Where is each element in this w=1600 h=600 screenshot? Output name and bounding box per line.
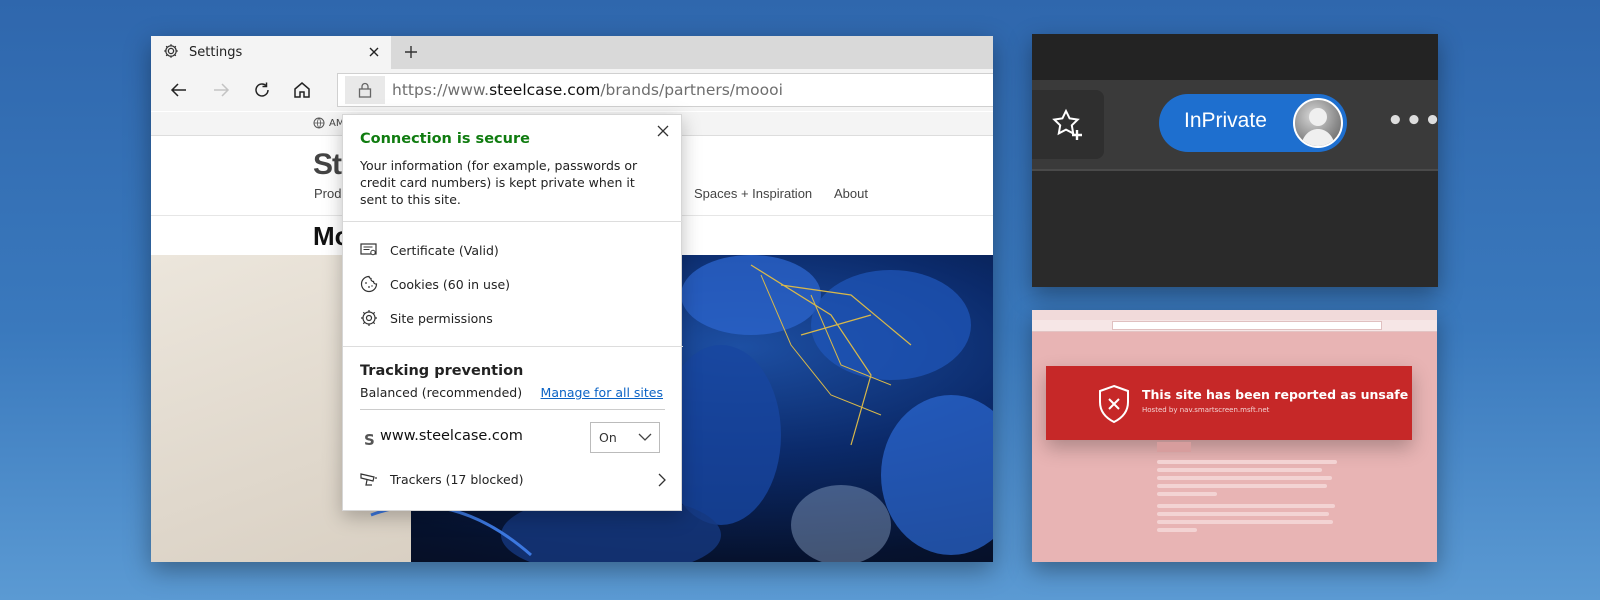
cookie-icon	[359, 274, 379, 294]
forward-arrow-icon	[207, 76, 235, 104]
site-logo[interactable]: St	[313, 148, 342, 182]
cookies-item[interactable]: Cookies (60 in use)	[359, 273, 510, 295]
site-permissions-item[interactable]: Site permissions	[359, 307, 493, 329]
select-value: On	[599, 430, 617, 445]
avatar-icon	[1293, 98, 1343, 148]
close-icon[interactable]	[363, 41, 385, 63]
lock-icon[interactable]	[345, 76, 385, 104]
ghost-text-line	[1157, 460, 1337, 464]
shield-x-icon	[1096, 384, 1132, 428]
close-icon[interactable]	[651, 119, 675, 143]
tracking-level: Balanced (recommended)	[360, 385, 523, 400]
site-favicon: S	[364, 431, 375, 449]
divider	[343, 221, 683, 222]
site-nav-products[interactable]: Prod	[314, 186, 341, 201]
mini-address-bar	[1112, 321, 1382, 330]
tab-title: Settings	[189, 45, 243, 60]
gear-icon	[359, 308, 379, 328]
certificate-icon	[359, 240, 379, 260]
ghost-text-line	[1157, 520, 1333, 524]
site-info-popup: Connection is secure Your information (f…	[342, 114, 683, 511]
url-text: https://www.steelcase.com/brands/partner…	[392, 81, 783, 99]
home-icon[interactable]	[288, 76, 316, 104]
url-path: /brands/partners/moooi	[600, 81, 783, 99]
divider	[343, 346, 683, 347]
connection-secure-description: Your information (for example, passwords…	[360, 158, 638, 207]
site-nav-spaces[interactable]: Spaces + Inspiration	[694, 186, 812, 201]
divider	[360, 409, 665, 410]
trackers-label: Trackers (17 blocked)	[390, 471, 524, 487]
ghost-text-line	[1157, 476, 1332, 480]
unsafe-title: This site has been reported as unsafe	[1142, 387, 1409, 402]
more-options-button[interactable]: •••	[1387, 106, 1438, 136]
chevron-down-icon	[638, 431, 652, 446]
unsafe-site-panel: This site has been reported as unsafe Ho…	[1032, 310, 1437, 562]
tracking-prevention-title: Tracking prevention	[360, 363, 524, 379]
refresh-icon[interactable]	[248, 76, 276, 104]
mini-tab-strip	[1032, 310, 1437, 320]
inprivate-topbar	[1032, 34, 1438, 80]
ghost-text-line	[1157, 484, 1327, 488]
unsafe-warning-banner: This site has been reported as unsafe Ho…	[1046, 366, 1412, 440]
ghost-text-line	[1157, 528, 1197, 532]
site-permissions-label: Site permissions	[390, 310, 493, 326]
back-arrow-icon[interactable]	[165, 76, 193, 104]
url-prefix: https://www.	[392, 81, 490, 99]
unsafe-subtitle: Hosted by nav.smartscreen.msft.net	[1142, 406, 1270, 414]
chevron-right-icon[interactable]	[657, 472, 667, 491]
favorite-item[interactable]: AM	[313, 117, 344, 129]
plus-icon[interactable]	[400, 41, 422, 63]
favorite-add-icon[interactable]	[1032, 90, 1104, 159]
certificate-label: Certificate (Valid)	[390, 242, 499, 258]
tracking-toggle-select[interactable]: On	[590, 422, 660, 453]
ghost-text-line	[1157, 504, 1335, 508]
site-domain: www.steelcase.com	[380, 428, 523, 444]
trackers-item[interactable]: Trackers (17 blocked)	[359, 469, 524, 489]
inprivate-label: InPrivate	[1184, 109, 1267, 132]
tracker-icon	[359, 469, 379, 489]
tab-settings[interactable]: Settings	[151, 36, 391, 69]
cookies-label: Cookies (60 in use)	[390, 276, 511, 292]
inprivate-panel: InPrivate •••	[1032, 34, 1438, 287]
site-nav-about[interactable]: About	[834, 186, 868, 201]
ghost-text-line	[1157, 468, 1322, 472]
connection-secure-title: Connection is secure	[360, 131, 530, 147]
tab-strip: Settings	[151, 36, 993, 69]
certificate-item[interactable]: Certificate (Valid)	[359, 239, 499, 261]
ghost-button	[1157, 442, 1191, 452]
browser-toolbar: https://www.steelcase.com/brands/partner…	[151, 69, 993, 111]
inprivate-button[interactable]: InPrivate	[1159, 94, 1347, 152]
globe-icon	[313, 117, 325, 129]
address-bar[interactable]: https://www.steelcase.com/brands/partner…	[337, 73, 993, 107]
ghost-text-line	[1157, 512, 1329, 516]
url-domain: steelcase.com	[489, 81, 601, 99]
ghost-text-line	[1157, 492, 1217, 496]
manage-all-sites-link[interactable]: Manage for all sites	[541, 385, 663, 400]
gear-icon	[163, 43, 179, 63]
